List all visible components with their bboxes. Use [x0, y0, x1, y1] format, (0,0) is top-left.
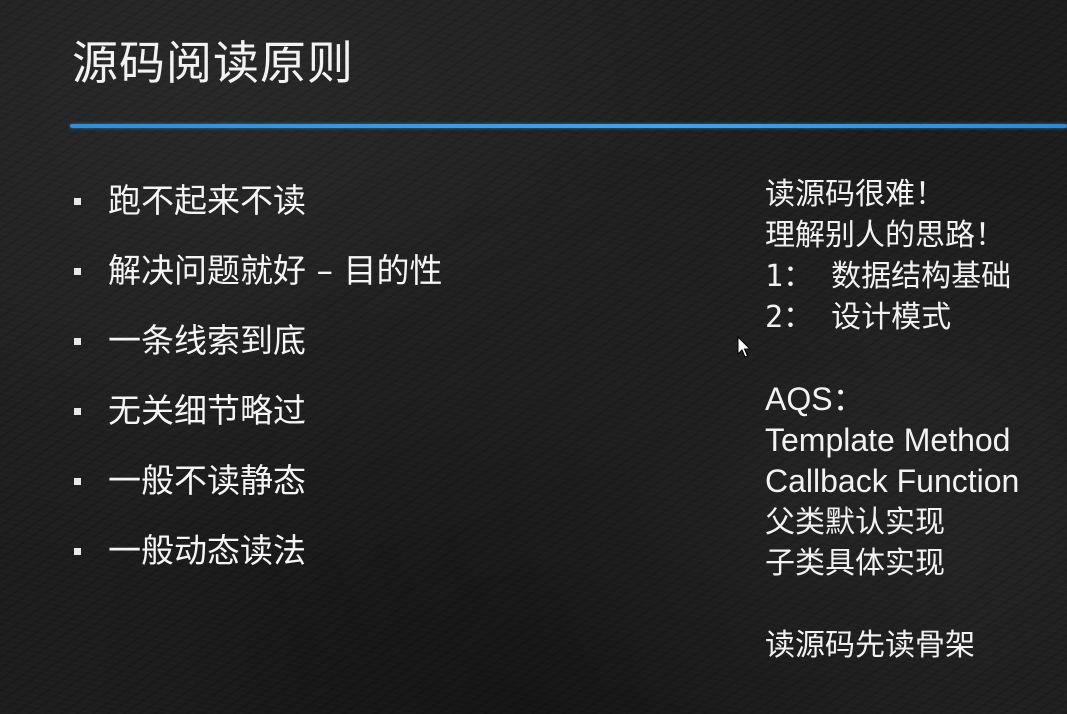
- note-line: 父类默认实现: [765, 505, 945, 540]
- note-spacer: [765, 584, 1065, 625]
- bullet-square-icon: [74, 477, 81, 485]
- note-line: 理解别人的思路！: [765, 218, 1005, 253]
- mouse-pointer-icon: [737, 336, 751, 358]
- slide-title: 源码阅读原则: [72, 36, 354, 90]
- bullet-text: 一般动态读法: [108, 531, 306, 570]
- list-item: 解决问题就好 – 目的性: [74, 236, 442, 306]
- note-line: Template Method: [765, 422, 1011, 458]
- bullet-text: 跑不起来不读: [108, 181, 306, 220]
- bullet-square-icon: [74, 267, 81, 275]
- note-line: 读源码先读骨架: [765, 628, 975, 663]
- note-spacer: [765, 338, 1065, 379]
- note-line: 读源码很难！: [765, 177, 945, 212]
- list-item: 无关细节略过: [74, 376, 442, 446]
- title-underline: [70, 124, 1067, 128]
- bullet-square-icon: [74, 337, 81, 345]
- bullet-text: 解决问题就好 – 目的性: [108, 251, 443, 290]
- principles-list: 跑不起来不读 解决问题就好 – 目的性 一条线索到底 无关细节略过 一般不读静态…: [74, 166, 442, 586]
- note-line: 2： 设计模式: [765, 300, 952, 335]
- side-notes: 读源码很难！ 理解别人的思路！ 1： 数据结构基础 2： 设计模式 AQS： T…: [765, 174, 1065, 666]
- note-line: AQS：: [765, 381, 865, 417]
- list-item: 一条线索到底: [74, 306, 442, 376]
- note-line: Callback Function: [765, 463, 1020, 499]
- note-line: 子类具体实现: [765, 546, 945, 581]
- note-line: 1： 数据结构基础: [765, 259, 1012, 294]
- list-item: 跑不起来不读: [74, 166, 442, 236]
- list-item: 一般动态读法: [74, 516, 442, 586]
- bullet-square-icon: [74, 547, 81, 555]
- bullet-square-icon: [74, 407, 81, 415]
- bullet-square-icon: [74, 197, 81, 205]
- bullet-text: 一条线索到底: [108, 321, 306, 360]
- bullet-text: 一般不读静态: [108, 461, 306, 500]
- list-item: 一般不读静态: [74, 446, 442, 516]
- bullet-text: 无关细节略过: [108, 391, 306, 430]
